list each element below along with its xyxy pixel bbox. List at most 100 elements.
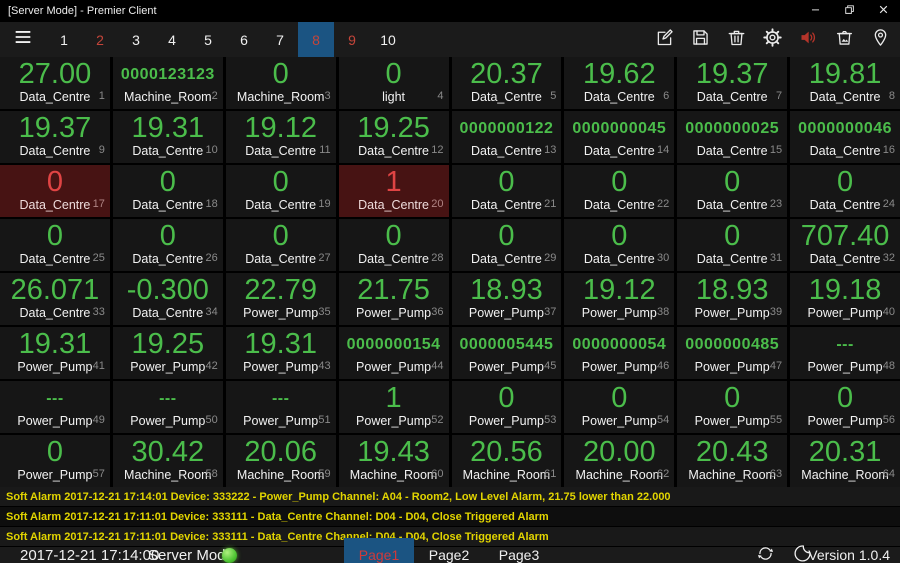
maximize-button[interactable] bbox=[832, 0, 866, 22]
screen-tab-2[interactable]: 2 bbox=[82, 22, 118, 57]
channel-cell-19[interactable]: 0 Data_Centre 19 bbox=[225, 165, 336, 217]
channel-cell-13[interactable]: 0000000122 Data_Centre 13 bbox=[451, 111, 562, 163]
channel-cell-10[interactable]: 19.31 Data_Centre 10 bbox=[112, 111, 223, 163]
snapshot-button[interactable] bbox=[826, 22, 862, 57]
screen-tab-9[interactable]: 9 bbox=[334, 22, 370, 57]
channel-cell-4[interactable]: 0 light 4 bbox=[338, 57, 449, 109]
channel-index: 62 bbox=[657, 468, 670, 480]
channel-value: --- bbox=[271, 389, 290, 407]
channel-value: 0 bbox=[836, 382, 854, 414]
channel-cell-28[interactable]: 0 Data_Centre 28 bbox=[338, 219, 449, 271]
channel-cell-7[interactable]: 19.37 Data_Centre 7 bbox=[677, 57, 788, 109]
close-button[interactable] bbox=[866, 0, 900, 22]
page-tab-page2[interactable]: Page2 bbox=[414, 538, 484, 563]
channel-cell-9[interactable]: 19.37 Data_Centre 9 bbox=[0, 111, 110, 163]
channel-cell-50[interactable]: --- Power_Pump 50 bbox=[112, 381, 223, 433]
channel-meta: Power_Pump 47 bbox=[677, 359, 787, 375]
channel-cell-48[interactable]: --- Power_Pump 48 bbox=[790, 327, 900, 379]
channel-cell-56[interactable]: 0 Power_Pump 56 bbox=[790, 381, 900, 433]
channel-cell-16[interactable]: 0000000046 Data_Centre 16 bbox=[790, 111, 900, 163]
channel-cell-40[interactable]: 19.18 Power_Pump 40 bbox=[790, 273, 900, 325]
channel-cell-36[interactable]: 21.75 Power_Pump 36 bbox=[338, 273, 449, 325]
page-tab-page3[interactable]: Page3 bbox=[484, 538, 554, 563]
channel-label: Power_Pump bbox=[17, 360, 93, 374]
channel-cell-26[interactable]: 0 Data_Centre 26 bbox=[112, 219, 223, 271]
channel-cell-60[interactable]: 19.43 Machine_Room 60 bbox=[338, 435, 449, 487]
channel-cell-30[interactable]: 0 Data_Centre 30 bbox=[564, 219, 675, 271]
channel-cell-54[interactable]: 0 Power_Pump 54 bbox=[564, 381, 675, 433]
channel-cell-44[interactable]: 0000000154 Power_Pump 44 bbox=[338, 327, 449, 379]
channel-cell-63[interactable]: 20.43 Machine_Room 63 bbox=[677, 435, 788, 487]
channel-cell-64[interactable]: 20.31 Machine_Room 64 bbox=[790, 435, 900, 487]
channel-cell-31[interactable]: 0 Data_Centre 31 bbox=[677, 219, 788, 271]
screen-tab-1[interactable]: 1 bbox=[46, 22, 82, 57]
save-button[interactable] bbox=[682, 22, 718, 57]
alarm-message[interactable]: Soft Alarm 2017-12-21 17:11:01 Device: 3… bbox=[0, 507, 900, 527]
channel-cell-37[interactable]: 18.93 Power_Pump 37 bbox=[451, 273, 562, 325]
channel-cell-59[interactable]: 20.06 Machine_Room 59 bbox=[225, 435, 336, 487]
channel-cell-57[interactable]: 0 Power_Pump 57 bbox=[0, 435, 110, 487]
channel-cell-23[interactable]: 0 Data_Centre 23 bbox=[677, 165, 788, 217]
channel-cell-2[interactable]: 0000123123 Machine_Room 2 bbox=[112, 57, 223, 109]
channel-cell-14[interactable]: 0000000045 Data_Centre 14 bbox=[564, 111, 675, 163]
channel-cell-34[interactable]: -0.300 Data_Centre 34 bbox=[112, 273, 223, 325]
channel-cell-39[interactable]: 18.93 Power_Pump 39 bbox=[677, 273, 788, 325]
channel-cell-33[interactable]: 26.071 Data_Centre 33 bbox=[0, 273, 110, 325]
channel-cell-51[interactable]: --- Power_Pump 51 bbox=[225, 381, 336, 433]
screen-tab-7[interactable]: 7 bbox=[262, 22, 298, 57]
hamburger-menu-button[interactable] bbox=[0, 22, 46, 57]
channel-cell-61[interactable]: 20.56 Machine_Room 61 bbox=[451, 435, 562, 487]
channel-cell-43[interactable]: 19.31 Power_Pump 43 bbox=[225, 327, 336, 379]
minimize-button[interactable] bbox=[798, 0, 832, 22]
channel-cell-45[interactable]: 0000005445 Power_Pump 45 bbox=[451, 327, 562, 379]
sound-on-button[interactable] bbox=[790, 22, 826, 57]
channel-index: 12 bbox=[431, 144, 444, 156]
screen-tab-5[interactable]: 5 bbox=[190, 22, 226, 57]
edit-button[interactable] bbox=[646, 22, 682, 57]
channel-cell-35[interactable]: 22.79 Power_Pump 35 bbox=[225, 273, 336, 325]
channel-cell-49[interactable]: --- Power_Pump 49 bbox=[0, 381, 110, 433]
channel-cell-42[interactable]: 19.25 Power_Pump 42 bbox=[112, 327, 223, 379]
channel-cell-58[interactable]: 30.42 Machine_Room 58 bbox=[112, 435, 223, 487]
alarm-message[interactable]: Soft Alarm 2017-12-21 17:14:01 Device: 3… bbox=[0, 487, 900, 507]
channel-cell-38[interactable]: 19.12 Power_Pump 38 bbox=[564, 273, 675, 325]
titlebar: [Server Mode] - Premier Client bbox=[0, 0, 900, 22]
channel-cell-11[interactable]: 19.12 Data_Centre 11 bbox=[225, 111, 336, 163]
channel-cell-18[interactable]: 0 Data_Centre 18 bbox=[112, 165, 223, 217]
channel-cell-47[interactable]: 0000000485 Power_Pump 47 bbox=[677, 327, 788, 379]
channel-value: 27.00 bbox=[18, 58, 92, 90]
channel-cell-3[interactable]: 0 Machine_Room 3 bbox=[225, 57, 336, 109]
location-button[interactable] bbox=[862, 22, 898, 57]
channel-cell-27[interactable]: 0 Data_Centre 27 bbox=[225, 219, 336, 271]
screen-tab-8[interactable]: 8 bbox=[298, 22, 334, 57]
page-tab-page1[interactable]: Page1 bbox=[344, 538, 414, 563]
channel-cell-25[interactable]: 0 Data_Centre 25 bbox=[0, 219, 110, 271]
channel-cell-29[interactable]: 0 Data_Centre 29 bbox=[451, 219, 562, 271]
channel-cell-21[interactable]: 0 Data_Centre 21 bbox=[451, 165, 562, 217]
channel-cell-22[interactable]: 0 Data_Centre 22 bbox=[564, 165, 675, 217]
delete-button[interactable] bbox=[718, 22, 754, 57]
screen-tab-4[interactable]: 4 bbox=[154, 22, 190, 57]
channel-cell-15[interactable]: 0000000025 Data_Centre 15 bbox=[677, 111, 788, 163]
channel-cell-52[interactable]: 1 Power_Pump 52 bbox=[338, 381, 449, 433]
channel-cell-5[interactable]: 20.37 Data_Centre 5 bbox=[451, 57, 562, 109]
channel-cell-6[interactable]: 19.62 Data_Centre 6 bbox=[564, 57, 675, 109]
channel-cell-32[interactable]: 707.40 Data_Centre 32 bbox=[790, 219, 900, 271]
channel-cell-55[interactable]: 0 Power_Pump 55 bbox=[677, 381, 788, 433]
settings-button[interactable] bbox=[754, 22, 790, 57]
channel-cell-24[interactable]: 0 Data_Centre 24 bbox=[790, 165, 900, 217]
channel-cell-20[interactable]: 1 Data_Centre 20 bbox=[338, 165, 449, 217]
sync-button[interactable] bbox=[750, 547, 780, 563]
channel-cell-53[interactable]: 0 Power_Pump 53 bbox=[451, 381, 562, 433]
screen-tab-3[interactable]: 3 bbox=[118, 22, 154, 57]
channel-cell-62[interactable]: 20.00 Machine_Room 62 bbox=[564, 435, 675, 487]
screen-tab-6[interactable]: 6 bbox=[226, 22, 262, 57]
channel-cell-12[interactable]: 19.25 Data_Centre 12 bbox=[338, 111, 449, 163]
channel-cell-41[interactable]: 19.31 Power_Pump 41 bbox=[0, 327, 110, 379]
screen-tab-10[interactable]: 10 bbox=[370, 22, 406, 57]
channel-cell-8[interactable]: 19.81 Data_Centre 8 bbox=[790, 57, 900, 109]
channel-index: 52 bbox=[431, 414, 444, 426]
channel-cell-17[interactable]: 0 Data_Centre 17 bbox=[0, 165, 110, 217]
channel-cell-1[interactable]: 27.00 Data_Centre 1 bbox=[0, 57, 110, 109]
channel-cell-46[interactable]: 0000000054 Power_Pump 46 bbox=[564, 327, 675, 379]
